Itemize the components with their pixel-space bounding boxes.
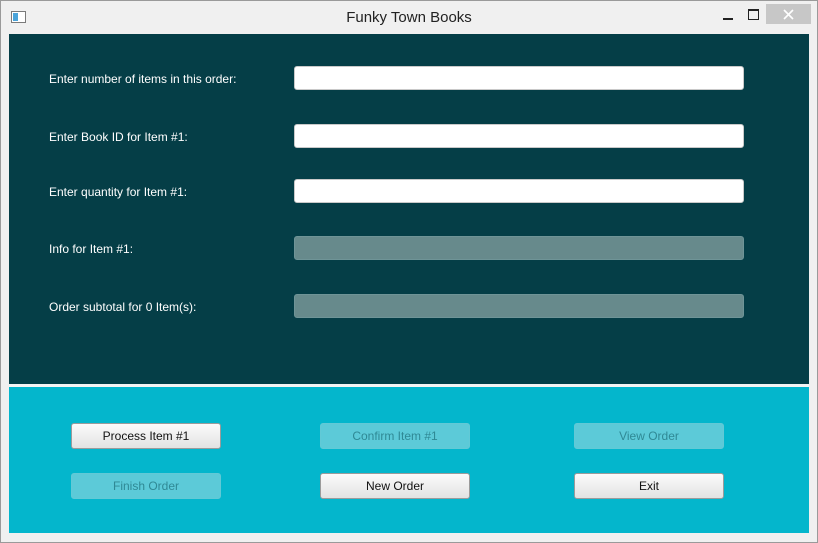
button-panel: Process Item #1 Confirm Item #1 View Ord… (9, 387, 809, 533)
subtotal-label: Order subtotal for 0 Item(s): (49, 300, 197, 314)
confirm-item-button[interactable]: Confirm Item #1 (320, 423, 470, 449)
maximize-icon[interactable] (742, 5, 764, 25)
item-count-label: Enter number of items in this order: (49, 72, 237, 86)
window-title: Funky Town Books (346, 9, 472, 26)
item-info-label: Info for Item #1: (49, 242, 134, 256)
quantity-input[interactable] (294, 179, 744, 203)
close-icon[interactable] (766, 4, 811, 24)
book-id-input[interactable] (294, 124, 744, 148)
process-item-button[interactable]: Process Item #1 (71, 423, 221, 449)
item-info-field (294, 236, 744, 260)
title-bar[interactable]: Funky Town Books (1, 1, 817, 33)
item-count-input[interactable] (294, 66, 744, 90)
subtotal-field (294, 294, 744, 318)
app-window: Funky Town Books Enter number of items i… (0, 0, 818, 543)
book-id-label: Enter Book ID for Item #1: (49, 130, 188, 144)
exit-button[interactable]: Exit (574, 473, 724, 499)
minimize-icon[interactable] (717, 5, 739, 25)
quantity-label: Enter quantity for Item #1: (49, 185, 188, 199)
new-order-button[interactable]: New Order (320, 473, 470, 499)
order-form-panel: Enter number of items in this order: Ent… (9, 34, 809, 384)
finish-order-button[interactable]: Finish Order (71, 473, 221, 499)
view-order-button[interactable]: View Order (574, 423, 724, 449)
